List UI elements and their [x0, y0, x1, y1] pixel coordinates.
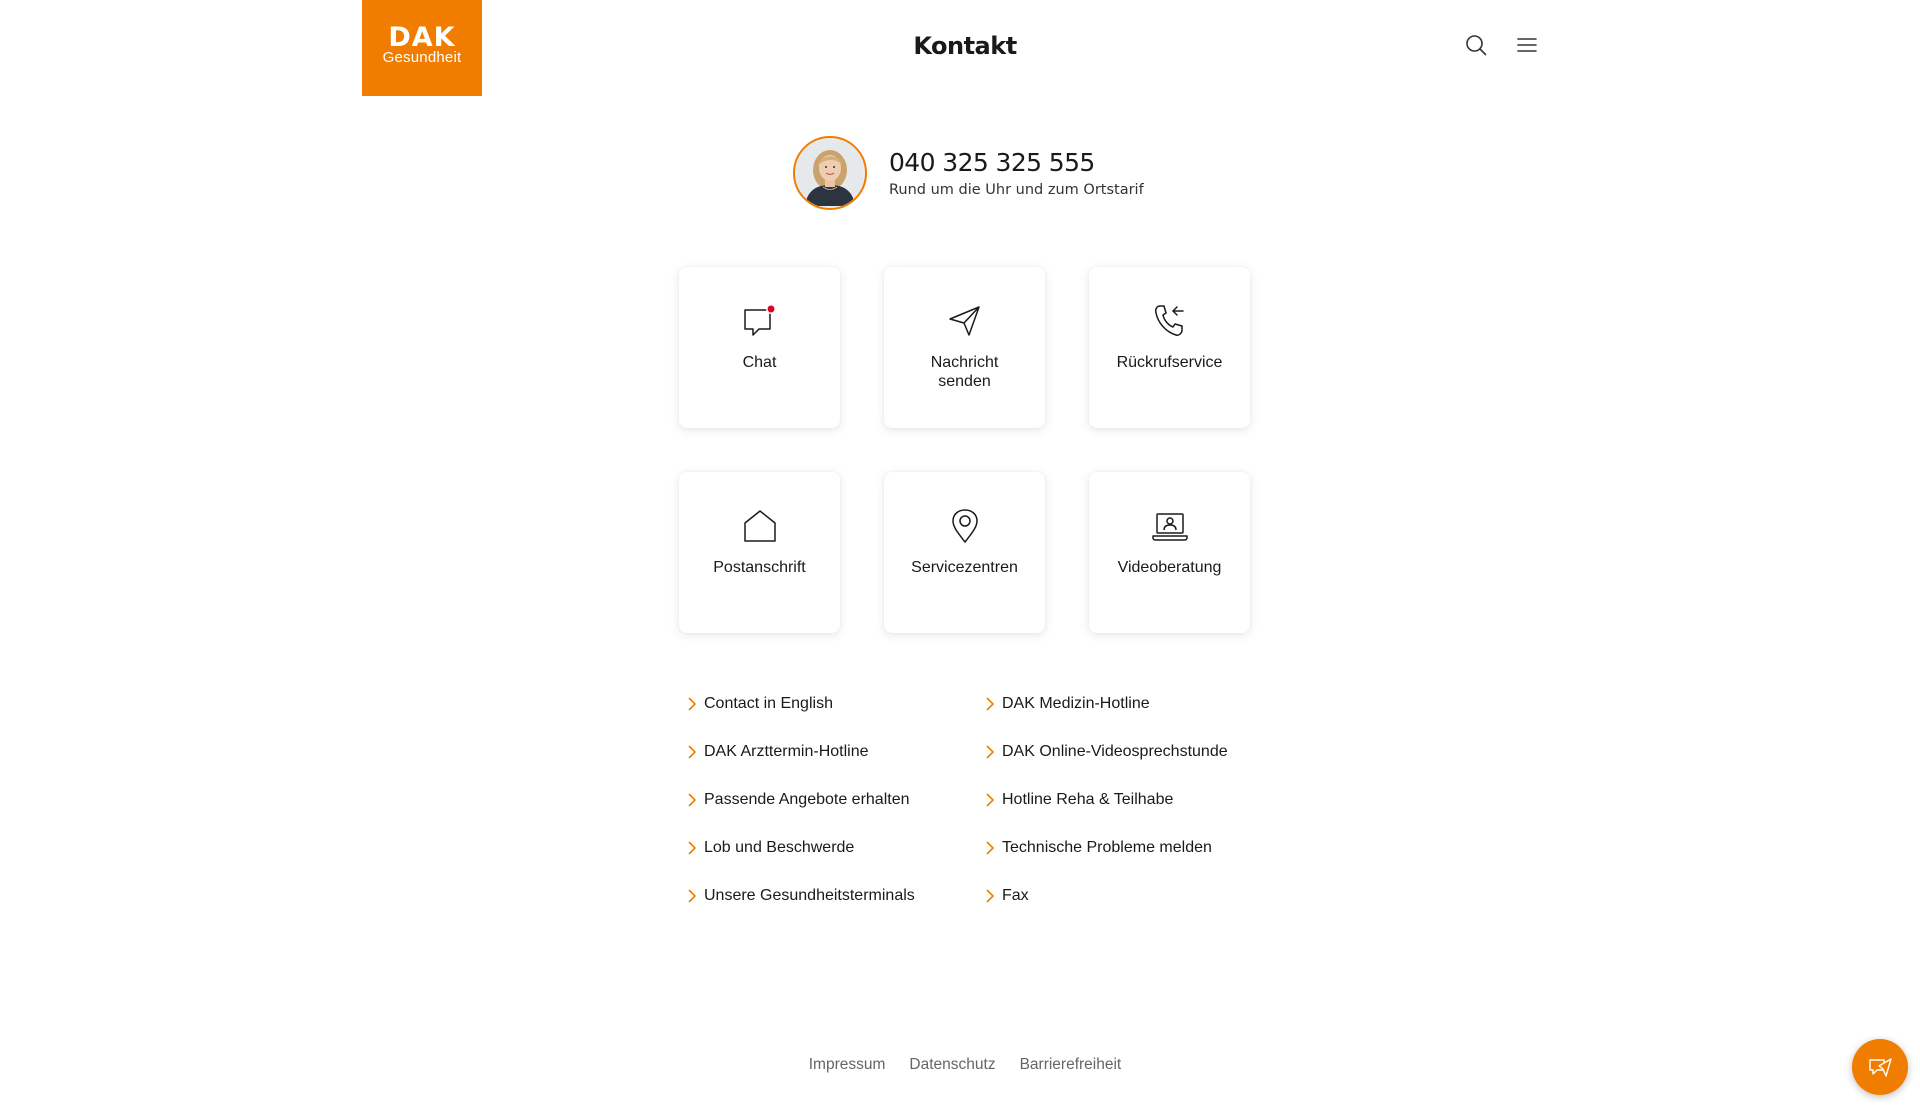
hamburger-menu-icon — [1517, 38, 1537, 52]
chevron-right-icon — [986, 840, 995, 855]
link-label: Contact in English — [704, 694, 833, 712]
link-label: Hotline Reha & Teilhabe — [1002, 790, 1174, 808]
tile-label: Videoberatung — [1117, 559, 1222, 576]
chevron-right-icon — [688, 888, 697, 903]
link-gesundheitsterminals[interactable]: Unsere Gesundheitsterminals — [686, 886, 984, 905]
advisor-photo — [797, 140, 863, 206]
link-online-videosprechstunde[interactable]: DAK Online-Videosprechstunde — [984, 742, 1282, 761]
chevron-right-icon — [986, 696, 995, 711]
chat-bubble-icon — [740, 301, 780, 341]
contact-page: DAK Gesundheit Kontakt 040 325 325 555 R… — [0, 0, 1920, 1106]
tile-postal-address[interactable]: Postanschrift — [679, 472, 840, 633]
page-title: Kontakt — [913, 32, 1017, 60]
link-label: Fax — [1002, 886, 1029, 904]
search-button[interactable] — [1463, 32, 1489, 58]
house-icon — [740, 506, 780, 546]
link-hotline-reha[interactable]: Hotline Reha & Teilhabe — [984, 790, 1282, 809]
link-label: DAK Medizin-Hotline — [1002, 694, 1150, 712]
tile-chat[interactable]: Chat — [679, 267, 840, 428]
contact-tiles: Chat Nachricht senden Rückrufservice Pos… — [679, 267, 1251, 633]
link-label: DAK Online-Videosprechstunde — [1002, 742, 1228, 760]
link-technische-probleme[interactable]: Technische Probleme melden — [984, 838, 1282, 857]
footer-datenschutz-link[interactable]: Datenschutz — [909, 1056, 995, 1074]
link-label: Lob und Beschwerde — [704, 838, 855, 856]
floating-contact-button[interactable] — [1852, 1039, 1908, 1095]
link-fax[interactable]: Fax — [984, 886, 1282, 905]
footer-barrierefreiheit-link[interactable]: Barrierefreiheit — [1020, 1056, 1122, 1074]
chevron-right-icon — [688, 696, 697, 711]
link-arzttermin-hotline[interactable]: DAK Arzttermin-Hotline — [686, 742, 984, 761]
link-label: Technische Probleme melden — [1002, 838, 1212, 856]
tile-label: Postanschrift — [713, 559, 806, 576]
tile-label: Rückrufservice — [1116, 354, 1223, 371]
phone-callback-icon — [1150, 301, 1190, 341]
hotline-subtitle: Rund um die Uhr und zum Ortstarif — [889, 182, 1144, 198]
link-medizin-hotline[interactable]: DAK Medizin-Hotline — [984, 694, 1282, 713]
tile-send-message[interactable]: Nachricht senden — [884, 267, 1045, 428]
chevron-right-icon — [986, 792, 995, 807]
hotline-phone-number[interactable]: 040 325 325 555 — [889, 148, 1144, 178]
footer-impressum-link[interactable]: Impressum — [809, 1056, 886, 1074]
link-label: Unsere Gesundheitsterminals — [704, 886, 915, 904]
search-icon — [1466, 35, 1487, 56]
paper-plane-icon — [945, 301, 985, 341]
location-pin-icon — [945, 506, 985, 546]
chevron-right-icon — [986, 888, 995, 903]
link-label: DAK Arzttermin-Hotline — [704, 742, 869, 760]
footer: Impressum Datenschutz Barrierefreiheit — [0, 1056, 1920, 1074]
hotline-text: 040 325 325 555 Rund um die Uhr und zum … — [889, 148, 1144, 198]
chevron-right-icon — [986, 744, 995, 759]
link-lob-beschwerde[interactable]: Lob und Beschwerde — [686, 838, 984, 857]
chevron-right-icon — [688, 792, 697, 807]
message-send-icon — [1869, 1058, 1892, 1077]
laptop-user-icon — [1150, 506, 1190, 546]
advisor-avatar — [793, 136, 867, 210]
link-contact-in-english[interactable]: Contact in English — [686, 694, 984, 713]
tile-label: Servicezentren — [911, 559, 1018, 576]
link-passende-angebote[interactable]: Passende Angebote erhalten — [686, 790, 984, 809]
tile-label: Nachricht senden — [930, 354, 999, 390]
contact-links: Contact in English DAK Medizin-Hotline D… — [686, 694, 1282, 905]
hotline-block: 040 325 325 555 Rund um die Uhr und zum … — [793, 136, 1144, 210]
menu-button[interactable] — [1514, 32, 1540, 58]
tile-video-consultation[interactable]: Videoberatung — [1089, 472, 1250, 633]
tile-service-centers[interactable]: Servicezentren — [884, 472, 1045, 633]
chevron-right-icon — [688, 744, 697, 759]
tile-label: Chat — [742, 354, 777, 371]
tile-callback-service[interactable]: Rückrufservice — [1089, 267, 1250, 428]
chevron-right-icon — [688, 840, 697, 855]
link-label: Passende Angebote erhalten — [704, 790, 910, 808]
